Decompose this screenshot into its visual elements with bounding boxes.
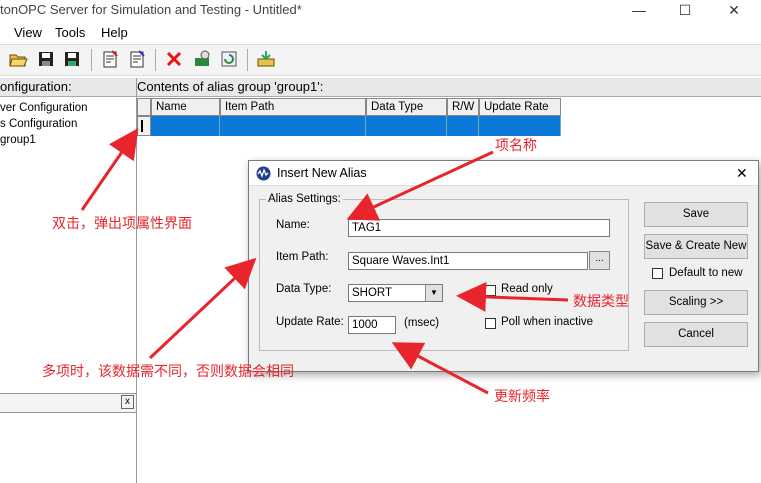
arrow-item-path bbox=[148, 257, 257, 360]
annotation-double-click: 双击，弹出项属性界面 bbox=[52, 215, 192, 231]
annotation-arrows bbox=[80, 128, 569, 395]
annotation-item-name: 项名称 bbox=[495, 137, 537, 153]
annotation-update-rate: 更新频率 bbox=[494, 388, 550, 404]
arrow-double-click bbox=[80, 128, 139, 211]
annotation-multi-items: 多项时，该数据需不同，否则数据会相同 bbox=[42, 363, 294, 379]
arrow-update-rate bbox=[391, 342, 489, 395]
annotation-data-type: 数据类型 bbox=[573, 293, 629, 309]
arrow-data-type bbox=[456, 281, 569, 312]
arrow-item-name bbox=[346, 150, 494, 221]
